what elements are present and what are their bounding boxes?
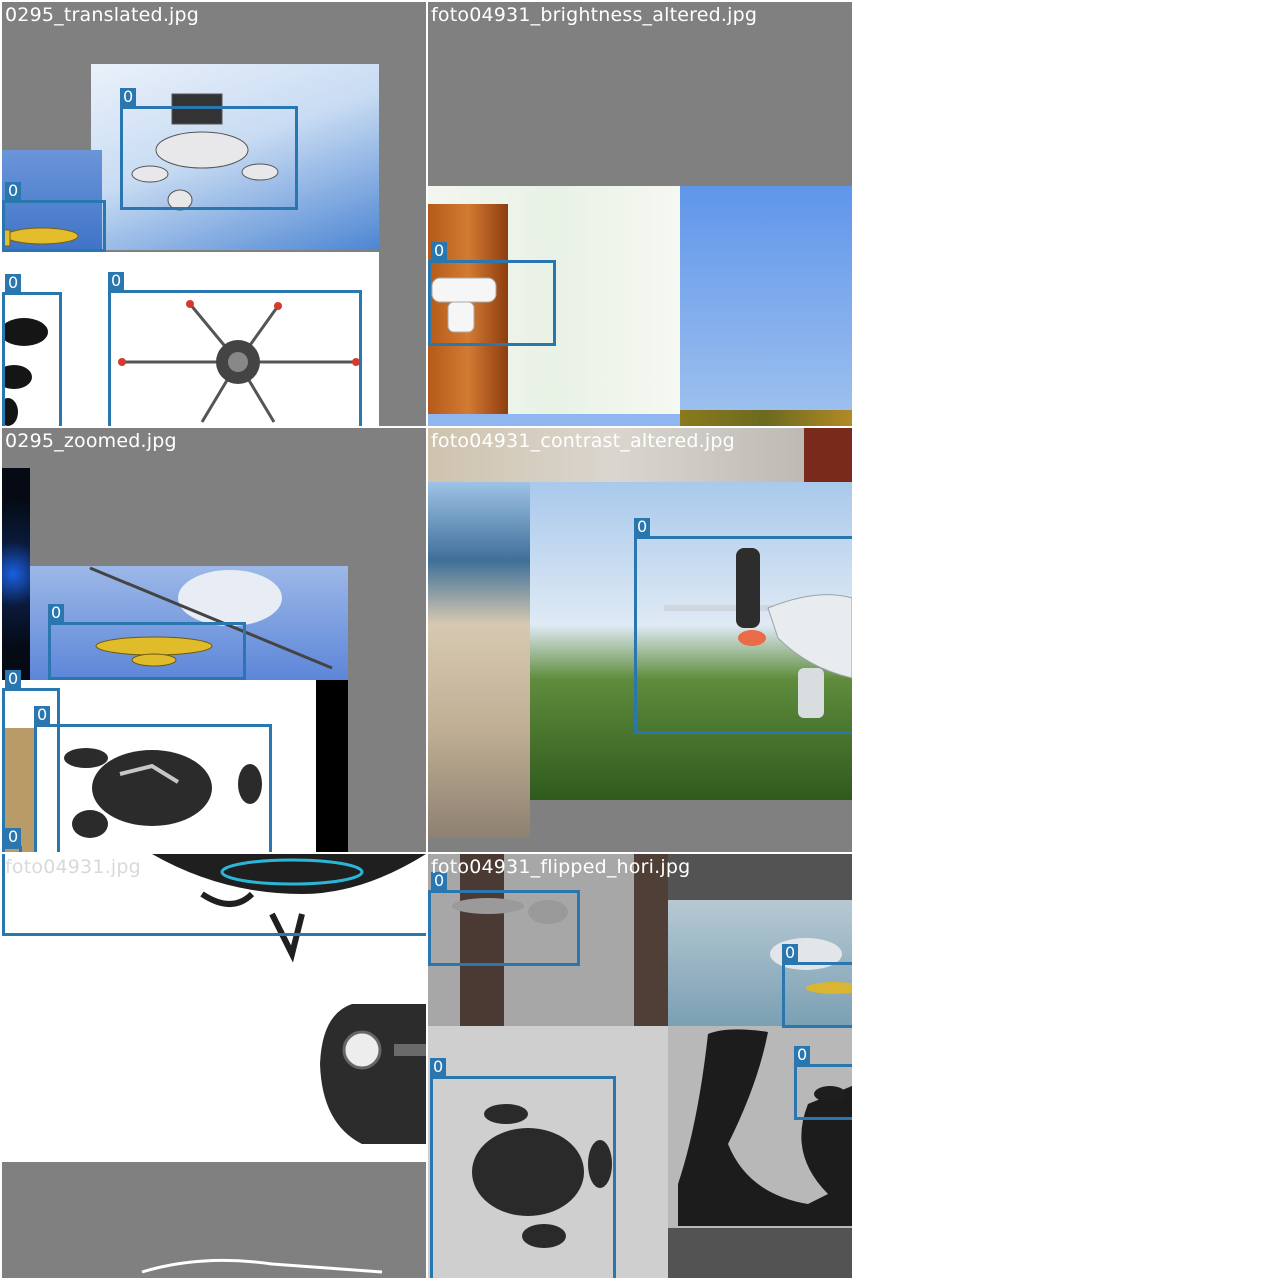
- detection-label: 0: [794, 1046, 811, 1064]
- tile-title: foto04931_brightness_altered.jpg: [431, 4, 758, 26]
- detection-label: 0: [431, 242, 448, 260]
- tile-0295-zoomed: 0295_zoomed.jpg 0 0 0 0: [2, 428, 426, 852]
- detection-label: 0: [5, 828, 22, 846]
- detection-box: 0: [120, 88, 298, 210]
- tile-0295-translated: 0295_translated.jpg 0 0 0 0: [2, 2, 426, 426]
- detection-box: 0: [430, 1058, 616, 1278]
- detection-box: 0: [782, 944, 852, 1028]
- tile-title: foto04931_flipped_hori.jpg: [431, 856, 691, 878]
- detection-box: 0: [634, 518, 852, 734]
- detection-label: 0: [430, 1058, 447, 1076]
- tile-title: 0295_translated.jpg: [5, 4, 200, 26]
- detection-box: 0: [794, 1046, 852, 1120]
- detection-label: 0: [108, 272, 125, 290]
- detection-box: 0: [2, 828, 22, 852]
- detection-label: 0: [48, 604, 65, 622]
- detection-label: 0: [634, 518, 651, 536]
- tile-title: 0295_zoomed.jpg: [5, 430, 177, 452]
- tile-contrast-altered: foto04931_contrast_altered.jpg 0: [428, 428, 852, 852]
- detection-box: 0: [2, 182, 106, 252]
- detection-label: 0: [5, 182, 22, 200]
- detection-label: 0: [34, 706, 51, 724]
- detection-box: 0: [428, 242, 556, 346]
- drone-shapes: [431, 277, 497, 333]
- detection-label: 0: [5, 670, 22, 688]
- detection-box: 0: [48, 604, 246, 680]
- detection-box: 0: [34, 706, 272, 852]
- mosaic-grid: 0295_translated.jpg 0 0 0 0 foto04931_br…: [0, 0, 854, 1280]
- tile-brightness-altered: foto04931_brightness_altered.jpg 0: [428, 2, 852, 426]
- detection-box: 0: [428, 872, 580, 966]
- detection-label: 0: [120, 88, 137, 106]
- tile-title: foto04931.jpg: [5, 856, 141, 878]
- tile-title: foto04931_contrast_altered.jpg: [431, 430, 735, 452]
- tile-foto04931: foto04931.jpg 0: [2, 854, 426, 1278]
- detection-box: 0: [2, 274, 62, 426]
- detection-label: 0: [782, 944, 799, 962]
- detection-label: 0: [5, 274, 22, 292]
- detection-box: 0: [108, 272, 362, 426]
- tile-flipped-hori: foto04931_flipped_hori.jpg 0 0 0 0: [428, 854, 852, 1278]
